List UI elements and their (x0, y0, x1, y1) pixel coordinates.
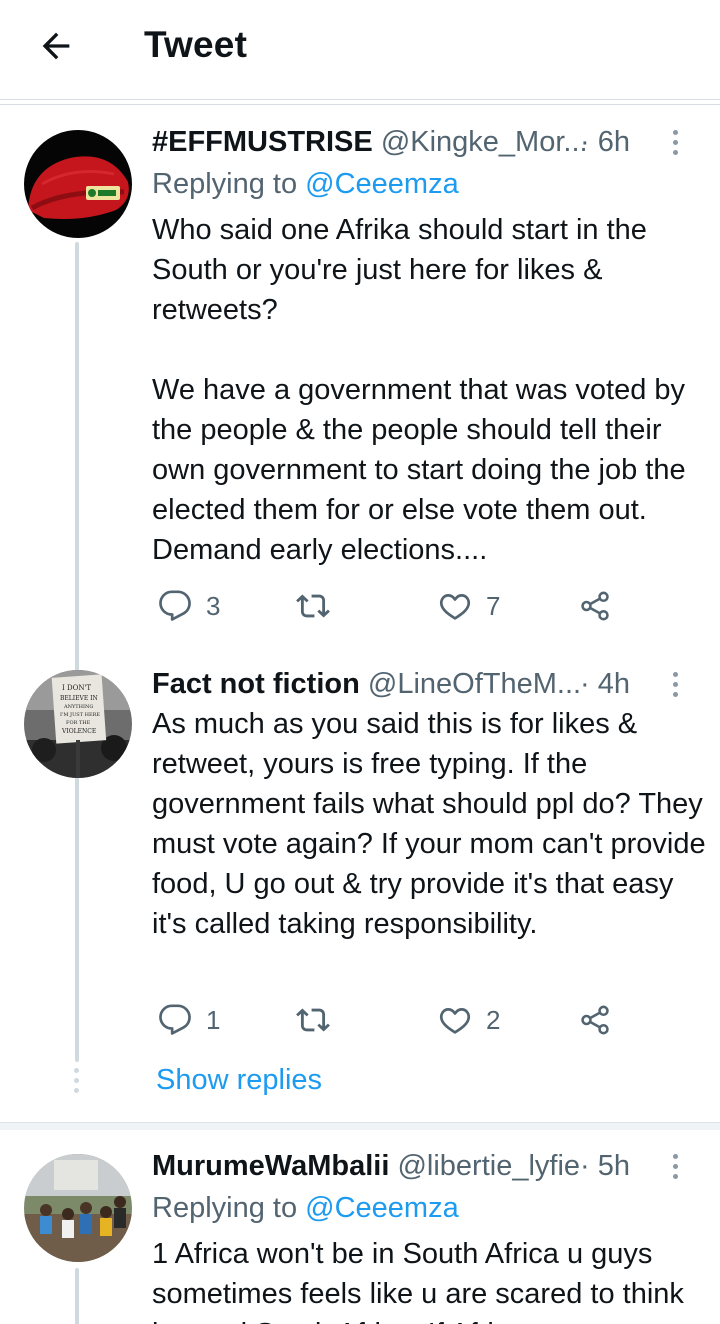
tweet-text: 1 Africa won't be in South Africa u guys… (152, 1238, 684, 1324)
tweet-3[interactable]: MurumeWaMbalii @libertie_lyfie · 5h Repl… (0, 0, 720, 1324)
user-handle[interactable]: @libertie_lyfie (397, 1150, 580, 1182)
children-photo-avatar-image (24, 1154, 132, 1262)
display-name[interactable]: MurumeWaMbalii (152, 1150, 389, 1182)
tweet-header: MurumeWaMbalii @libertie_lyfie · 5h (152, 1146, 690, 1186)
replying-to-label: Replying to (152, 1192, 306, 1224)
replying-to: Replying to @Ceeemza (152, 1188, 459, 1228)
timestamp[interactable]: · 5h (580, 1146, 630, 1186)
more-options-icon[interactable] (660, 1148, 690, 1184)
avatar[interactable] (24, 1154, 132, 1262)
replying-to-handle[interactable]: @Ceeemza (305, 1192, 459, 1224)
thread-line (75, 1268, 79, 1324)
